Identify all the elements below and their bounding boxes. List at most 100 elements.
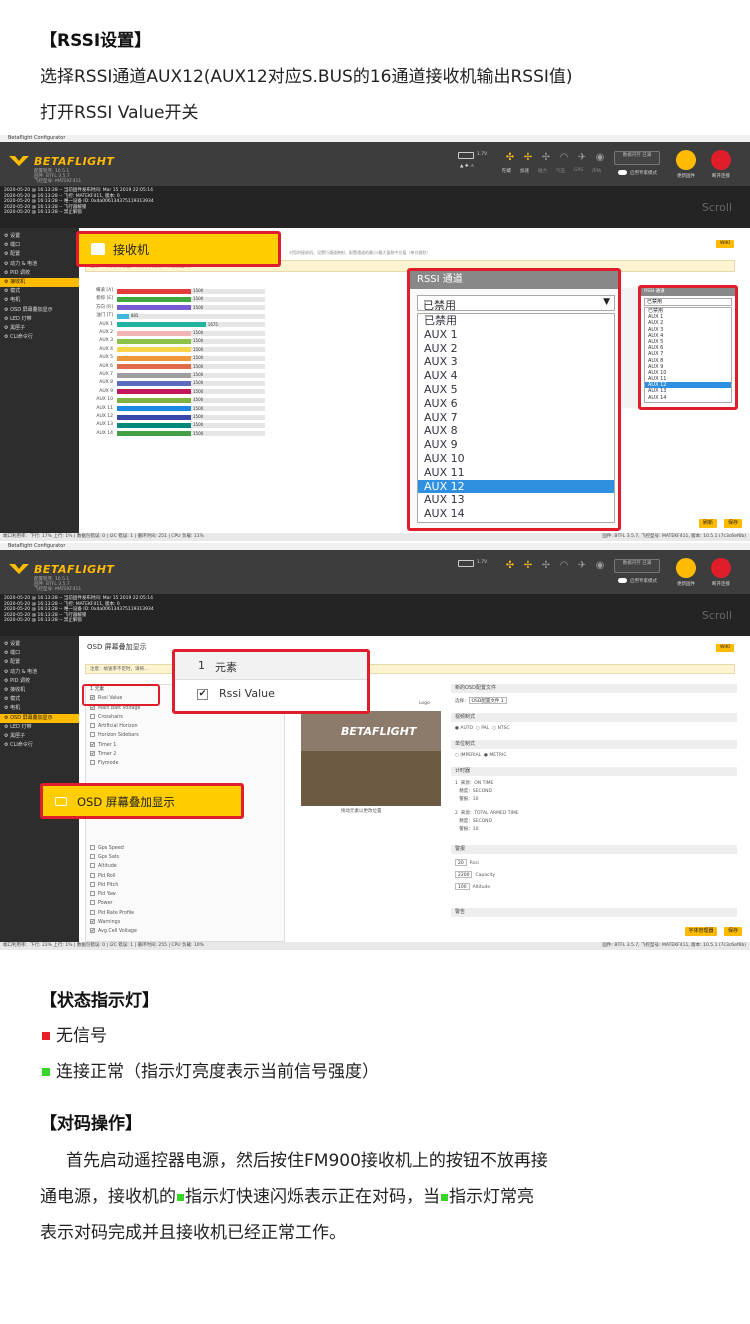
scroll-toggle[interactable]: Scroll: [702, 201, 732, 214]
update-firmware-button[interactable]: [676, 150, 696, 170]
expert-mode-toggle[interactable]: [618, 170, 627, 175]
osd-element-checkbox[interactable]: [90, 872, 95, 878]
sidebar-item-cli[interactable]: ⚙ CLI命令行: [0, 333, 79, 342]
sidebar-item-ports[interactable]: ⚙ 端口: [0, 649, 79, 658]
osd-element-row[interactable]: Gps Speed: [86, 844, 284, 853]
osd-element-checkbox[interactable]: [90, 891, 95, 897]
osd-element-checkbox[interactable]: [90, 853, 95, 859]
osd-element-checkbox[interactable]: [90, 909, 95, 915]
sidebar-item-modes[interactable]: ⚙ 模式: [0, 695, 79, 704]
osd-element-checkbox[interactable]: ✔: [90, 741, 95, 747]
sidebar-item-blackbox[interactable]: ⚙ 黑匣子: [0, 732, 79, 741]
update-firmware-button-2[interactable]: [676, 558, 696, 578]
osd-element-checkbox[interactable]: ✔: [90, 919, 95, 925]
rssi-option[interactable]: AUX 7: [418, 411, 614, 425]
sidebar-item-cli[interactable]: ⚙ CLI命令行: [0, 741, 79, 750]
rssi-option[interactable]: AUX 5: [418, 383, 614, 397]
units-options[interactable]: ○ IMPERIAL ● METRIC: [455, 753, 506, 758]
osd-element-row[interactable]: ✔ Timer 2: [86, 750, 284, 759]
rssi-option[interactable]: AUX 11: [418, 466, 614, 480]
osd-preview-logo: BETAFLIGHT: [341, 725, 417, 738]
refresh-button[interactable]: 刷新: [699, 519, 717, 528]
sidebar-item-modes[interactable]: ⚙ 模式: [0, 287, 79, 296]
wiki-button[interactable]: WIKI: [716, 240, 734, 248]
osd-element-checkbox[interactable]: [90, 732, 95, 738]
osd-element-checkbox[interactable]: [90, 900, 95, 906]
alarm-settings[interactable]: 20 Rssi 2200 Capacity 100 Altitude: [455, 858, 495, 894]
rssi-option[interactable]: 已禁用: [418, 314, 614, 328]
wiki-button-2[interactable]: WIKI: [716, 644, 734, 652]
sidebar-item-setup[interactable]: ⚙ 设置: [0, 232, 79, 241]
font-manager-button[interactable]: 字体管理器: [685, 927, 717, 936]
timer1-settings[interactable]: 1 来源：ON TIME 精度：SECOND 警报：10: [455, 780, 493, 804]
sidebar-item-osd[interactable]: ⚙ OSD 屏幕叠加显示: [0, 306, 79, 315]
osd-element-row[interactable]: Artificial Horizon: [86, 722, 284, 731]
save-button[interactable]: 保存: [724, 519, 742, 528]
osd-element-row[interactable]: Power: [86, 899, 284, 908]
rssi-channel-select[interactable]: 已禁用 ▼: [417, 295, 615, 312]
sidebar-item-power[interactable]: ⚙ 动力 & 电池: [0, 260, 79, 269]
sidebar-item-motors[interactable]: ⚙ 电机: [0, 296, 79, 305]
osd-element-checkbox[interactable]: [90, 760, 95, 766]
osd-element-row[interactable]: ✔ Warnings: [86, 918, 284, 927]
timer2-settings[interactable]: 2 来源：TOTAL ARMED TIME 精度：SECOND 警报：10: [455, 810, 519, 834]
scroll-toggle-2[interactable]: Scroll: [702, 609, 732, 622]
sidebar-item-receiver[interactable]: ⚙ 接收机: [0, 277, 79, 288]
channel-label: AUX 13: [96, 422, 113, 428]
osd-element-checkbox[interactable]: ✔: [90, 928, 95, 934]
rssi-option[interactable]: AUX 13: [418, 493, 614, 507]
osd-element-row[interactable]: Horizon Sidebars: [86, 731, 284, 740]
osd-element-checkbox[interactable]: [90, 863, 95, 869]
video-format-options[interactable]: ● AUTO ○ PAL ○ NTSC: [455, 726, 510, 731]
rssi-small-option[interactable]: AUX 14: [645, 395, 731, 401]
osd-element-row[interactable]: Flymode: [86, 759, 284, 768]
osd-element-row[interactable]: Altitude: [86, 862, 284, 871]
disconnect-button-2[interactable]: [711, 558, 731, 578]
osd-element-row[interactable]: Pid Roll: [86, 872, 284, 881]
sidebar-item-motors[interactable]: ⚙ 电机: [0, 704, 79, 713]
osd-element-row[interactable]: ✔ Timer 1: [86, 741, 284, 750]
osd-element-checkbox[interactable]: ✔: [90, 751, 95, 757]
sidebar-item-power[interactable]: ⚙ 动力 & 电池: [0, 668, 79, 677]
sidebar-item-config[interactable]: ⚙ 配置: [0, 250, 79, 259]
sidebar-item-config[interactable]: ⚙ 配置: [0, 658, 79, 667]
osd-element-checkbox[interactable]: [90, 713, 95, 719]
sidebar-item-pid[interactable]: ⚙ PID 调校: [0, 677, 79, 686]
osd-element-row[interactable]: Pid Yaw: [86, 890, 284, 899]
channel-bar: [117, 414, 265, 420]
sidebar-item-led[interactable]: ⚙ LED 灯带: [0, 315, 79, 324]
rssi-option[interactable]: AUX 4: [418, 369, 614, 383]
sidebar-item-ports[interactable]: ⚙ 端口: [0, 241, 79, 250]
expert-mode-toggle-2[interactable]: [618, 578, 627, 583]
osd-element-row[interactable]: Pid Pitch: [86, 881, 284, 890]
osd-profile-select[interactable]: 选择： OSD配置文件 1: [455, 697, 510, 704]
rssi-small-select[interactable]: 已禁用: [644, 298, 732, 306]
osd-element-checkbox[interactable]: [90, 723, 95, 729]
sidebar-item-pid[interactable]: ⚙ PID 调校: [0, 269, 79, 278]
save-button-2[interactable]: 保存: [724, 927, 742, 936]
rssi-option[interactable]: AUX 9: [418, 438, 614, 452]
sidebar-item-receiver[interactable]: ⚙ 接收机: [0, 686, 79, 695]
rssi-option[interactable]: AUX 12: [418, 479, 614, 494]
sidebar-item-setup[interactable]: ⚙ 设置: [0, 640, 79, 649]
osd-element-checkbox[interactable]: [90, 881, 95, 887]
rssi-option[interactable]: AUX 3: [418, 355, 614, 369]
rssi-value-checkbox[interactable]: ✔: [197, 689, 208, 700]
sidebar-item-led[interactable]: ⚙ LED 灯带: [0, 723, 79, 732]
rssi-option[interactable]: AUX 8: [418, 424, 614, 438]
sidebar-item-osd[interactable]: ⚙ OSD 屏幕叠加显示: [0, 713, 79, 723]
dataflash-button-2[interactable]: 数据闪存 已满: [614, 559, 660, 573]
rssi-option[interactable]: AUX 14: [418, 507, 614, 521]
rssi-option[interactable]: AUX 2: [418, 342, 614, 356]
osd-element-row[interactable]: Pid Rate Profile: [86, 909, 284, 918]
osd-element-row[interactable]: Gps Sats: [86, 853, 284, 862]
osd-element-checkbox[interactable]: [90, 844, 95, 850]
rssi-option[interactable]: AUX 10: [418, 452, 614, 466]
rssi-option[interactable]: AUX 1: [418, 328, 614, 342]
osd-element-row[interactable]: Crosshairs: [86, 713, 284, 722]
sidebar-item-blackbox[interactable]: ⚙ 黑匣子: [0, 324, 79, 333]
osd-element-row[interactable]: ✔ Avg Cell Voltage: [86, 927, 284, 936]
disconnect-button[interactable]: [711, 150, 731, 170]
dataflash-button[interactable]: 数据闪存 已满: [614, 151, 660, 165]
rssi-option[interactable]: AUX 6: [418, 397, 614, 411]
